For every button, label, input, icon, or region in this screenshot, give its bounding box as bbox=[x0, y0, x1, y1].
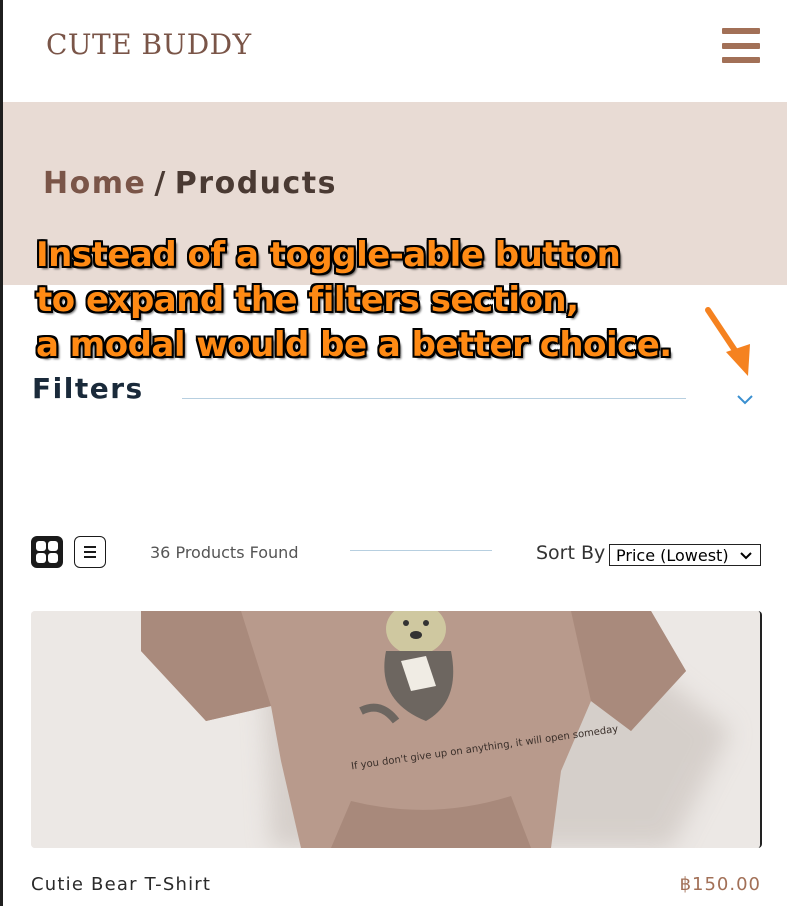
brand-logo[interactable]: CUTE BUDDY bbox=[46, 28, 252, 61]
list-view-icon[interactable] bbox=[74, 536, 106, 568]
annotation-arrow-icon bbox=[705, 307, 750, 376]
sort-select-value: Price (Lowest) bbox=[616, 546, 729, 565]
hamburger-menu-icon[interactable] bbox=[722, 28, 760, 64]
toolbar-divider bbox=[350, 550, 492, 551]
sort-by-label: Sort By bbox=[536, 542, 606, 564]
chevron-down-icon bbox=[740, 552, 752, 560]
sort-select[interactable]: Price (Lowest) bbox=[609, 544, 761, 566]
annotation-line: to expand the filters section, bbox=[36, 280, 579, 320]
breadcrumb-separator: / bbox=[154, 166, 167, 201]
breadcrumb: Home / Products bbox=[43, 166, 337, 201]
product-name[interactable]: Cutie Bear T-Shirt bbox=[31, 874, 211, 895]
chevron-down-icon[interactable] bbox=[734, 388, 756, 410]
site-header: CUTE BUDDY bbox=[3, 0, 787, 102]
product-price: ฿150.00 bbox=[679, 874, 761, 895]
products-found-count: 36 Products Found bbox=[150, 543, 299, 562]
grid-view-icon[interactable] bbox=[31, 536, 63, 568]
annotation-line: Instead of a toggle-able button bbox=[36, 235, 621, 275]
annotation-callout: Instead of a toggle-able button to expan… bbox=[36, 233, 736, 368]
t-shirt-image: If you don't give up on anything, it wil… bbox=[31, 611, 760, 848]
filters-divider bbox=[182, 398, 686, 399]
product-image[interactable]: If you don't give up on anything, it wil… bbox=[31, 611, 762, 848]
filters-heading: Filters bbox=[32, 372, 144, 405]
breadcrumb-current: Products bbox=[174, 166, 338, 201]
breadcrumb-home-link[interactable]: Home bbox=[43, 166, 146, 201]
annotation-line: a modal would be a better choice. bbox=[36, 325, 672, 365]
